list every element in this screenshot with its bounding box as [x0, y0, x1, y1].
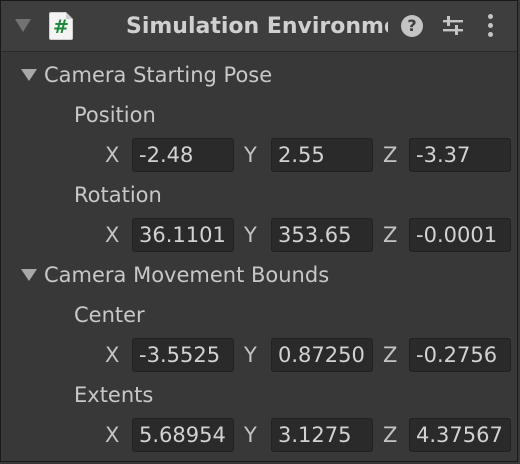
- extents-x-field[interactable]: 5.68954: [132, 418, 234, 452]
- extents-y-label[interactable]: Y: [244, 421, 257, 449]
- script-icon: #: [49, 12, 73, 40]
- collapse-arrow-icon[interactable]: [15, 19, 31, 32]
- position-y-field[interactable]: 2.55: [271, 138, 373, 172]
- component-title: Simulation Environmen: [126, 14, 388, 39]
- section-camera-movement-bounds[interactable]: Camera Movement Bounds: [44, 261, 329, 289]
- more-options-icon[interactable]: [485, 13, 497, 39]
- foldout-arrow-icon[interactable]: [21, 269, 37, 281]
- rotation-y-label[interactable]: Y: [244, 221, 257, 249]
- center-y-label[interactable]: Y: [244, 341, 257, 369]
- center-z-field[interactable]: -0.2756: [409, 338, 511, 372]
- center-y-field[interactable]: 0.87250: [271, 338, 373, 372]
- rotation-x-field[interactable]: 36.1101: [132, 218, 234, 252]
- center-x-label[interactable]: X: [105, 341, 119, 369]
- foldout-arrow-icon[interactable]: [21, 69, 37, 81]
- section-camera-starting-pose[interactable]: Camera Starting Pose: [44, 61, 272, 89]
- position-z-label[interactable]: Z: [383, 141, 397, 169]
- rotation-label: Rotation: [74, 183, 162, 207]
- position-x-label[interactable]: X: [105, 141, 119, 169]
- position-z-field[interactable]: -3.37: [409, 138, 511, 172]
- center-x-field[interactable]: -3.5525: [132, 338, 234, 372]
- help-icon[interactable]: ?: [401, 15, 423, 37]
- presets-icon[interactable]: [441, 15, 465, 37]
- rotation-x-label[interactable]: X: [105, 221, 119, 249]
- rotation-y-field[interactable]: 353.65: [271, 218, 373, 252]
- center-label: Center: [74, 303, 145, 327]
- extents-z-label[interactable]: Z: [383, 421, 397, 449]
- center-z-label[interactable]: Z: [383, 341, 397, 369]
- extents-y-field[interactable]: 3.1275: [271, 418, 373, 452]
- extents-label: Extents: [74, 383, 154, 407]
- extents-x-label[interactable]: X: [105, 421, 119, 449]
- rotation-z-label[interactable]: Z: [383, 221, 397, 249]
- rotation-z-field[interactable]: -0.0001: [409, 218, 511, 252]
- position-label: Position: [74, 103, 156, 127]
- position-x-field[interactable]: -2.48: [132, 138, 234, 172]
- position-y-label[interactable]: Y: [244, 141, 257, 169]
- inspector-panel: # Simulation Environmen ? Camera Startin…: [0, 0, 518, 462]
- component-header[interactable]: # Simulation Environmen ?: [1, 1, 517, 52]
- extents-z-field[interactable]: 4.37567: [409, 418, 511, 452]
